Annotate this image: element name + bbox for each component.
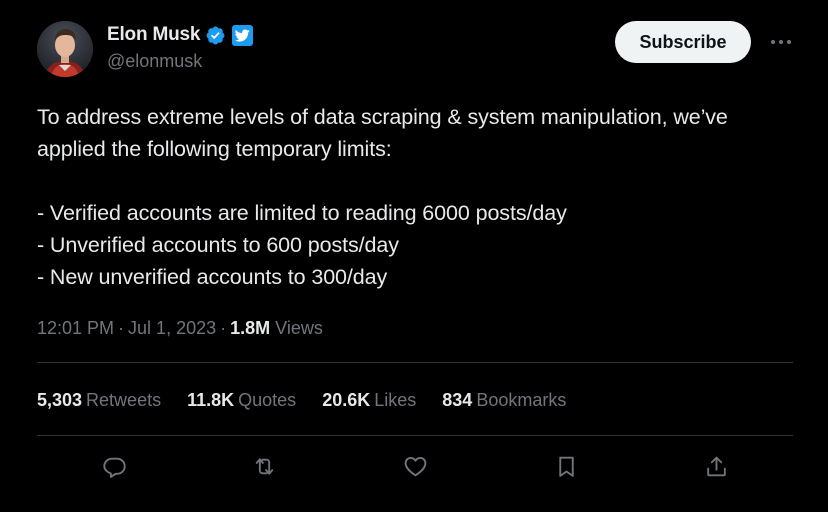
more-horizontal-icon[interactable] — [766, 30, 796, 54]
blue-checkmark-icon[interactable] — [205, 25, 226, 46]
stat-likes[interactable]: 20.6K Likes — [322, 390, 416, 411]
engagement-stats: 5,303 Retweets 11.8K Quotes 20.6K Likes 834… — [37, 387, 592, 413]
tweet-card: Elon Musk @elonmusk Subscribe To address… — [0, 0, 828, 512]
tweet-text-line: - New unverified accounts to 300/day — [37, 265, 388, 289]
views-count[interactable]: 1.8M — [230, 318, 270, 339]
stat-retweets-count: 5,303 — [37, 389, 83, 410]
stat-bookmarks-count: 834 — [442, 389, 473, 410]
author-handle[interactable]: @elonmusk — [107, 51, 202, 72]
stat-retweets[interactable]: 5,303 Retweets — [37, 390, 161, 411]
tweet-text-line: To address extreme levels of data scrapi… — [37, 105, 728, 129]
author-name-row: Elon Musk — [107, 23, 254, 47]
bookmark-icon[interactable] — [546, 446, 586, 486]
views-label: Views — [275, 317, 323, 338]
twitter-bird-icon[interactable] — [232, 24, 254, 46]
tweet-text-line: - Verified accounts are limited to readi… — [37, 201, 567, 225]
like-icon[interactable] — [395, 446, 435, 486]
tweet-text-line: applied the following temporary limits: — [37, 137, 392, 161]
tweet-date[interactable]: Jul 1, 2023 — [128, 318, 216, 339]
tweet-text-line: - Unverified accounts to 600 posts/day — [37, 233, 399, 257]
meta-separator: · — [220, 317, 227, 338]
stat-quotes-label: Quotes — [238, 389, 297, 410]
stat-likes-count: 20.6K — [322, 389, 371, 410]
stat-likes-label: Likes — [374, 389, 417, 410]
tweet-text: To address extreme levels of data scrapi… — [37, 101, 807, 293]
share-icon[interactable] — [696, 446, 736, 486]
tweet-time[interactable]: 12:01 PM — [37, 318, 114, 339]
stat-quotes[interactable]: 11.8K Quotes — [187, 390, 296, 411]
divider — [37, 362, 793, 363]
stat-bookmarks[interactable]: 834 Bookmarks — [442, 390, 566, 411]
divider — [37, 435, 793, 436]
subscribe-button[interactable]: Subscribe — [615, 21, 751, 63]
author-display-name[interactable]: Elon Musk — [107, 24, 200, 46]
stat-retweets-label: Retweets — [86, 389, 162, 410]
stat-quotes-count: 11.8K — [187, 389, 235, 410]
retweet-icon[interactable] — [244, 446, 284, 486]
meta-separator: · — [118, 317, 125, 338]
reply-icon[interactable] — [94, 446, 134, 486]
tweet-meta: 12:01 PM · Jul 1, 2023 · 1.8M Views — [37, 315, 323, 341]
action-bar — [37, 446, 793, 486]
stat-bookmarks-label: Bookmarks — [476, 389, 567, 410]
avatar[interactable] — [37, 21, 93, 77]
